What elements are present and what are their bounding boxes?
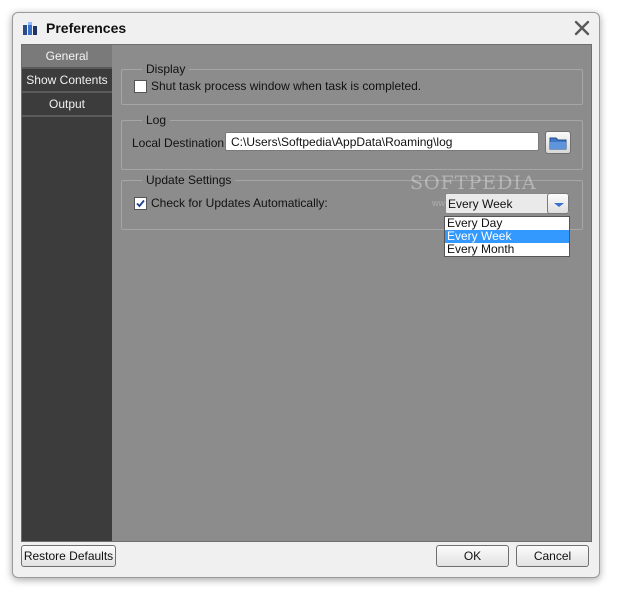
title-bar: Preferences (13, 13, 599, 43)
browse-folder-button[interactable] (545, 131, 571, 154)
log-group-title: Log (142, 113, 171, 127)
display-group: Display Shut task process window when ta… (121, 62, 583, 105)
cancel-button[interactable]: Cancel (516, 545, 589, 567)
sidebar-item-output[interactable]: Output (22, 93, 112, 117)
display-group-title: Display (142, 62, 190, 76)
sidebar: General Show Contents Output (22, 45, 112, 541)
ok-button[interactable]: OK (436, 545, 509, 567)
restore-defaults-button[interactable]: Restore Defaults (21, 545, 116, 567)
content-frame: General Show Contents Output Display Shu… (21, 44, 592, 542)
dropdown-option-every-month[interactable]: Every Month (445, 243, 569, 256)
local-destination-field[interactable]: C:\Users\Softpedia\AppData\Roaming\log (225, 132, 539, 151)
update-frequency-value: Every Week (448, 197, 513, 211)
update-frequency-select[interactable]: Every Week (445, 193, 570, 214)
app-icon (22, 20, 38, 36)
shut-task-label: Shut task process window when task is co… (151, 79, 422, 93)
check-updates-checkbox[interactable] (134, 197, 147, 210)
preferences-window: Preferences General Show Contents Output… (12, 12, 600, 578)
update-settings-group-title: Update Settings (142, 173, 236, 187)
log-group: Log Local Destination: C:\Users\Softpedi… (121, 113, 583, 170)
update-frequency-dropdown: Every Day Every Week Every Month (444, 216, 570, 257)
window-title: Preferences (46, 20, 127, 36)
local-destination-label: Local Destination: (132, 136, 228, 150)
folder-icon (549, 137, 567, 150)
shut-task-checkbox[interactable] (134, 80, 147, 93)
sidebar-item-show-contents[interactable]: Show Contents (22, 69, 112, 93)
sidebar-item-general[interactable]: General (22, 45, 112, 69)
softpedia-watermark: SOFTPEDIA (410, 172, 537, 194)
checkmark-icon (136, 199, 145, 208)
check-updates-label: Check for Updates Automatically: (151, 196, 328, 210)
chevron-down-icon[interactable] (547, 193, 569, 214)
close-icon[interactable] (573, 19, 591, 37)
